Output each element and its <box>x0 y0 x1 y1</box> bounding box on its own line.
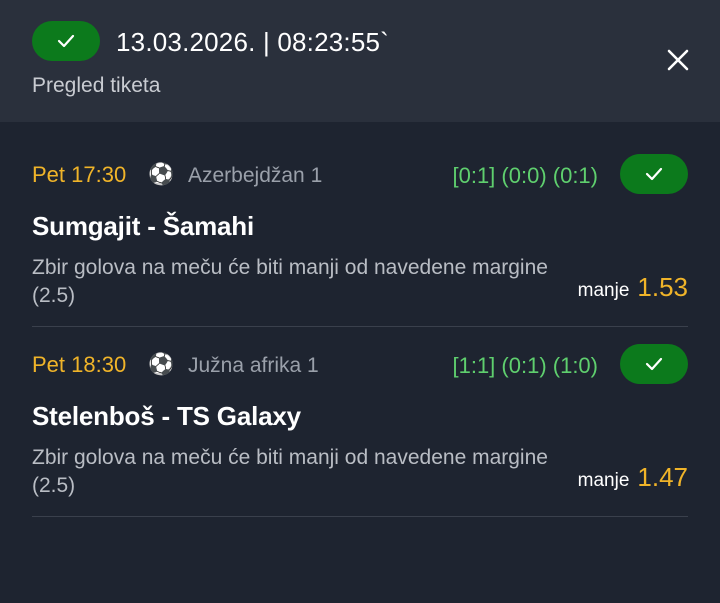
odds-value: 1.53 <box>637 272 688 302</box>
row-divider <box>32 326 688 327</box>
odds: manje 1.53 <box>578 272 688 303</box>
ticket-row: Pet 17:30 ⚽ Azerbejdžan 1 [0:1] (0:0) (0… <box>0 140 720 330</box>
ticket-status-badge <box>32 21 100 61</box>
match-time: Pet 18:30 <box>32 352 127 377</box>
match-name: Stelenboš - TS Galaxy <box>32 401 301 431</box>
match-name: Sumgajit - Šamahi <box>32 211 254 241</box>
checkmark-icon <box>645 167 663 181</box>
checkmark-icon <box>645 357 663 371</box>
league-name: Južna afrika 1 <box>188 354 319 377</box>
checkmark-icon <box>57 34 75 48</box>
win-status-badge <box>620 154 688 194</box>
close-icon <box>667 49 689 71</box>
soccer-ball-icon: ⚽ <box>148 353 175 376</box>
odds: manje 1.47 <box>578 462 688 493</box>
league-name: Azerbejdžan 1 <box>188 164 323 187</box>
odds-label: manje <box>577 470 630 491</box>
bet-description: Zbir golova na meču će biti manji od nav… <box>32 446 548 497</box>
row-divider <box>32 516 688 517</box>
ticket-datetime: 13.03.2026. | 08:23:55` <box>116 27 390 57</box>
page-title: Pregled tiketa <box>32 74 161 97</box>
match-time: Pet 17:30 <box>32 162 127 187</box>
odds-label: manje <box>577 280 630 301</box>
match-result: [0:1] (0:0) (0:1) <box>452 163 598 188</box>
bet-description: Zbir golova na meču će biti manji od nav… <box>32 256 548 307</box>
odds-value: 1.47 <box>637 462 688 492</box>
ticket-row: Pet 18:30 ⚽ Južna afrika 1 [1:1] (0:1) (… <box>0 330 720 520</box>
soccer-ball-icon: ⚽ <box>148 163 175 186</box>
win-status-badge <box>620 344 688 384</box>
ticket-header: 13.03.2026. | 08:23:55` Pregled tiketa <box>0 0 720 122</box>
close-button[interactable] <box>662 44 694 76</box>
match-result: [1:1] (0:1) (1:0) <box>452 353 598 378</box>
